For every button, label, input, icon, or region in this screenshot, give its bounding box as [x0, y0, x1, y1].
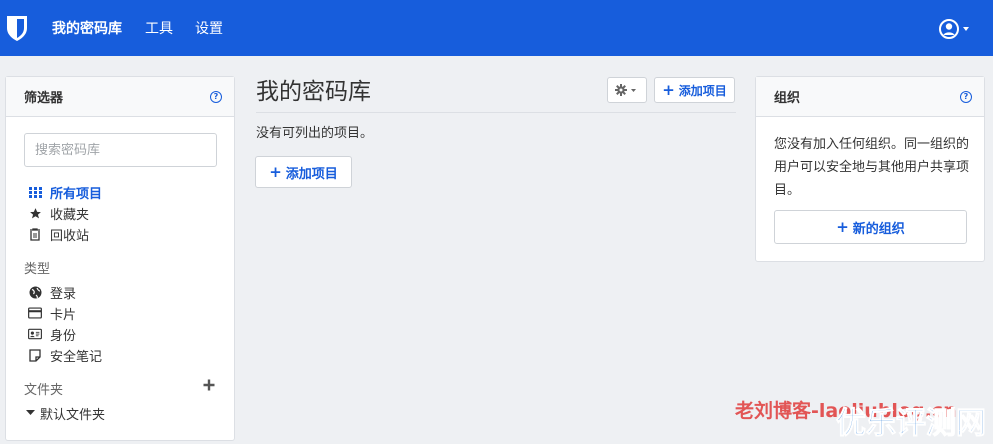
filter-panel: 筛选器 ? 所有项目 收藏夹 回收站 类型 登录: [5, 76, 235, 441]
top-navbar: 我的密码库 工具 设置: [0, 0, 993, 56]
filter-all-items[interactable]: 所有项目: [28, 183, 103, 202]
note-icon: [28, 348, 42, 362]
credit-card-icon: [28, 306, 42, 320]
new-org-label: 新的组织: [852, 221, 905, 237]
folder-item-label: 默认文件夹: [40, 407, 106, 423]
filter-type-identity[interactable]: 身份: [28, 325, 77, 344]
empty-add-item-label: 添加项目: [285, 166, 338, 182]
filter-header: 筛选器 ?: [6, 77, 234, 117]
trash-icon: [28, 227, 42, 241]
globe-icon: [28, 285, 42, 299]
org-title: 组织: [774, 91, 801, 106]
help-icon[interactable]: ?: [210, 90, 222, 103]
folder-item[interactable]: 默认文件夹: [26, 404, 106, 423]
filter-item-label: 安全笔记: [50, 349, 103, 365]
page-title: 我的密码库: [256, 79, 371, 105]
add-item-button[interactable]: + 添加项目: [654, 77, 735, 103]
plus-icon: +: [836, 217, 849, 236]
plus-icon: +: [269, 162, 282, 181]
add-item-label: 添加项目: [678, 83, 727, 98]
add-folder-icon[interactable]: [202, 378, 216, 392]
caret-down-icon: [963, 27, 969, 31]
filter-item-label: 回收站: [50, 228, 90, 244]
filter-trash[interactable]: 回收站: [28, 225, 90, 244]
filter-item-label: 身份: [50, 328, 77, 344]
organizations-panel: 组织 ? 您没有加入任何组织。同一组织的用户可以安全地与其他用户共享项目。 + …: [755, 76, 985, 262]
watermark-brand: 优乐评测网: [836, 406, 987, 442]
filter-type-login[interactable]: 登录: [28, 283, 77, 302]
filter-item-label: 收藏夹: [50, 207, 90, 223]
bitwarden-logo-icon[interactable]: [6, 15, 28, 42]
star-icon: [28, 206, 42, 220]
filter-title: 筛选器: [24, 91, 64, 106]
types-heading: 类型: [24, 262, 51, 277]
filter-item-label: 登录: [50, 286, 77, 302]
org-header: 组织 ?: [756, 77, 984, 117]
folders-heading: 文件夹: [24, 383, 64, 398]
new-organization-button[interactable]: + 新的组织: [774, 210, 967, 244]
filter-item-label: 所有项目: [50, 186, 103, 202]
account-menu[interactable]: [939, 18, 975, 40]
org-description: 您没有加入任何组织。同一组织的用户可以安全地与其他用户共享项目。: [774, 137, 970, 198]
filter-type-card[interactable]: 卡片: [28, 304, 77, 323]
filter-favorites[interactable]: 收藏夹: [28, 204, 90, 223]
settings-dropdown-button[interactable]: [607, 77, 647, 103]
empty-vault-message: 没有可列出的项目。: [256, 126, 374, 141]
gear-icon: [615, 84, 636, 96]
caret-down-icon: [26, 410, 38, 416]
nav-tools[interactable]: 工具: [145, 20, 173, 38]
filter-type-secure-note[interactable]: 安全笔记: [28, 346, 103, 365]
nav-settings[interactable]: 设置: [195, 20, 223, 38]
title-divider: [256, 112, 736, 113]
grid-icon: [28, 185, 42, 199]
help-icon[interactable]: ?: [960, 90, 972, 103]
plus-icon: +: [662, 80, 675, 99]
user-circle-icon: [939, 19, 969, 39]
search-input[interactable]: [24, 133, 217, 167]
id-card-icon: [28, 327, 42, 341]
empty-add-item-button[interactable]: + 添加项目: [255, 156, 352, 188]
nav-my-vault[interactable]: 我的密码库: [52, 20, 122, 38]
filter-item-label: 卡片: [50, 307, 77, 323]
